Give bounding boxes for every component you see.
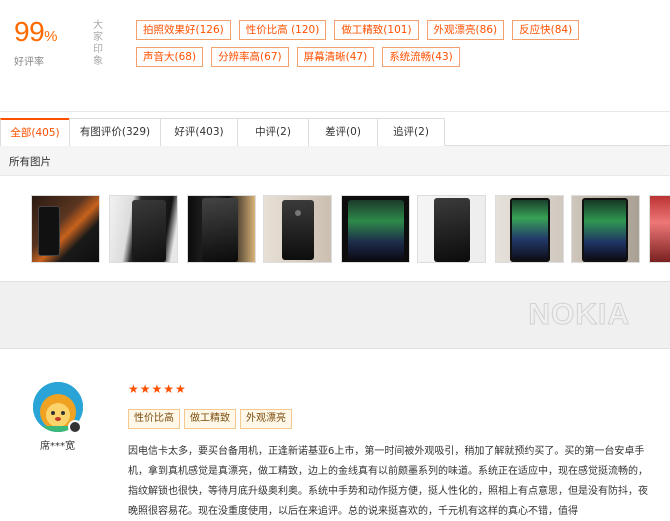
positive-rate-value: 99 (14, 16, 45, 47)
review-tags: 性价比高 做工精致 外观漂亮 (128, 409, 292, 429)
photo-thumbnail[interactable] (417, 195, 486, 263)
impression-tag[interactable]: 外观漂亮(86) (426, 20, 505, 40)
photo-thumbnail[interactable] (187, 195, 256, 263)
photo-thumbnail[interactable] (341, 195, 410, 263)
review-tag: 外观漂亮 (240, 409, 292, 429)
photo-thumbnail[interactable] (109, 195, 178, 263)
tab-negative[interactable]: 差评(0) (308, 118, 378, 146)
impression-tag[interactable]: 声音大(68) (136, 47, 204, 67)
review-filter-tabs: 全部(405) 有图评价(329) 好评(403) 中评(2) 差评(0) 追评… (0, 118, 670, 146)
photo-thumbnail[interactable] (263, 195, 332, 263)
review-tag: 性价比高 (128, 409, 180, 429)
star-rating: ★★★★★ (128, 382, 187, 396)
all-photos-title: 所有图片 (9, 156, 51, 168)
vip-badge-icon (68, 420, 82, 434)
impression-tag[interactable]: 性价比高 (120) (238, 20, 327, 40)
all-photos-header: 所有图片 (0, 146, 670, 176)
photo-thumbnail[interactable] (649, 195, 670, 263)
reviewer-name: 席***宽 (40, 441, 75, 452)
nokia-watermark: NOKIA (528, 298, 630, 332)
tab-with-photos[interactable]: 有图评价(329) (69, 118, 161, 146)
review-item: 席***宽 ★★★★★ 性价比高 做工精致 外观漂亮 因电信卡太多，要买台备用机… (0, 350, 670, 521)
photo-strip (0, 176, 670, 281)
tab-neutral[interactable]: 中评(2) (237, 118, 309, 146)
rating-summary: 99% 好评率 大家印象 拍照效果好(126) 性价比高 (120) 做工精致(… (0, 0, 670, 112)
photo-thumbnail[interactable] (495, 195, 564, 263)
positive-rate-unit: % (44, 28, 58, 45)
impression-tag[interactable]: 分辨率高(67) (211, 47, 289, 67)
impression-tag[interactable]: 拍照效果好(126) (136, 20, 231, 40)
photo-preview: NOKIA (0, 281, 670, 349)
positive-rate-label: 好评率 (14, 57, 44, 68)
impression-tag[interactable]: 做工精致(101) (334, 20, 419, 40)
review-text: 因电信卡太多，要买台备用机，正逢新诺基亚6上市，第一时间被外观吸引，稍加了解就预… (128, 446, 648, 517)
impression-label: 大家印象 (93, 20, 103, 67)
photo-thumbnail[interactable] (571, 195, 640, 263)
review-tag: 做工精致 (184, 409, 236, 429)
impression-tag[interactable]: 屏幕清晰(47) (296, 47, 375, 67)
positive-rate: 99% (14, 16, 58, 48)
impression-tag[interactable]: 反应快(84) (512, 20, 580, 40)
tab-follow-up[interactable]: 追评(2) (377, 118, 445, 146)
tab-all[interactable]: 全部(405) (0, 118, 70, 146)
impression-tags: 拍照效果好(126) 性价比高 (120) 做工精致(101) 外观漂亮(86)… (136, 20, 606, 67)
tab-positive[interactable]: 好评(403) (160, 118, 238, 146)
photo-thumbnail[interactable] (31, 195, 100, 263)
impression-tag[interactable]: 系统流畅(43) (382, 47, 460, 67)
